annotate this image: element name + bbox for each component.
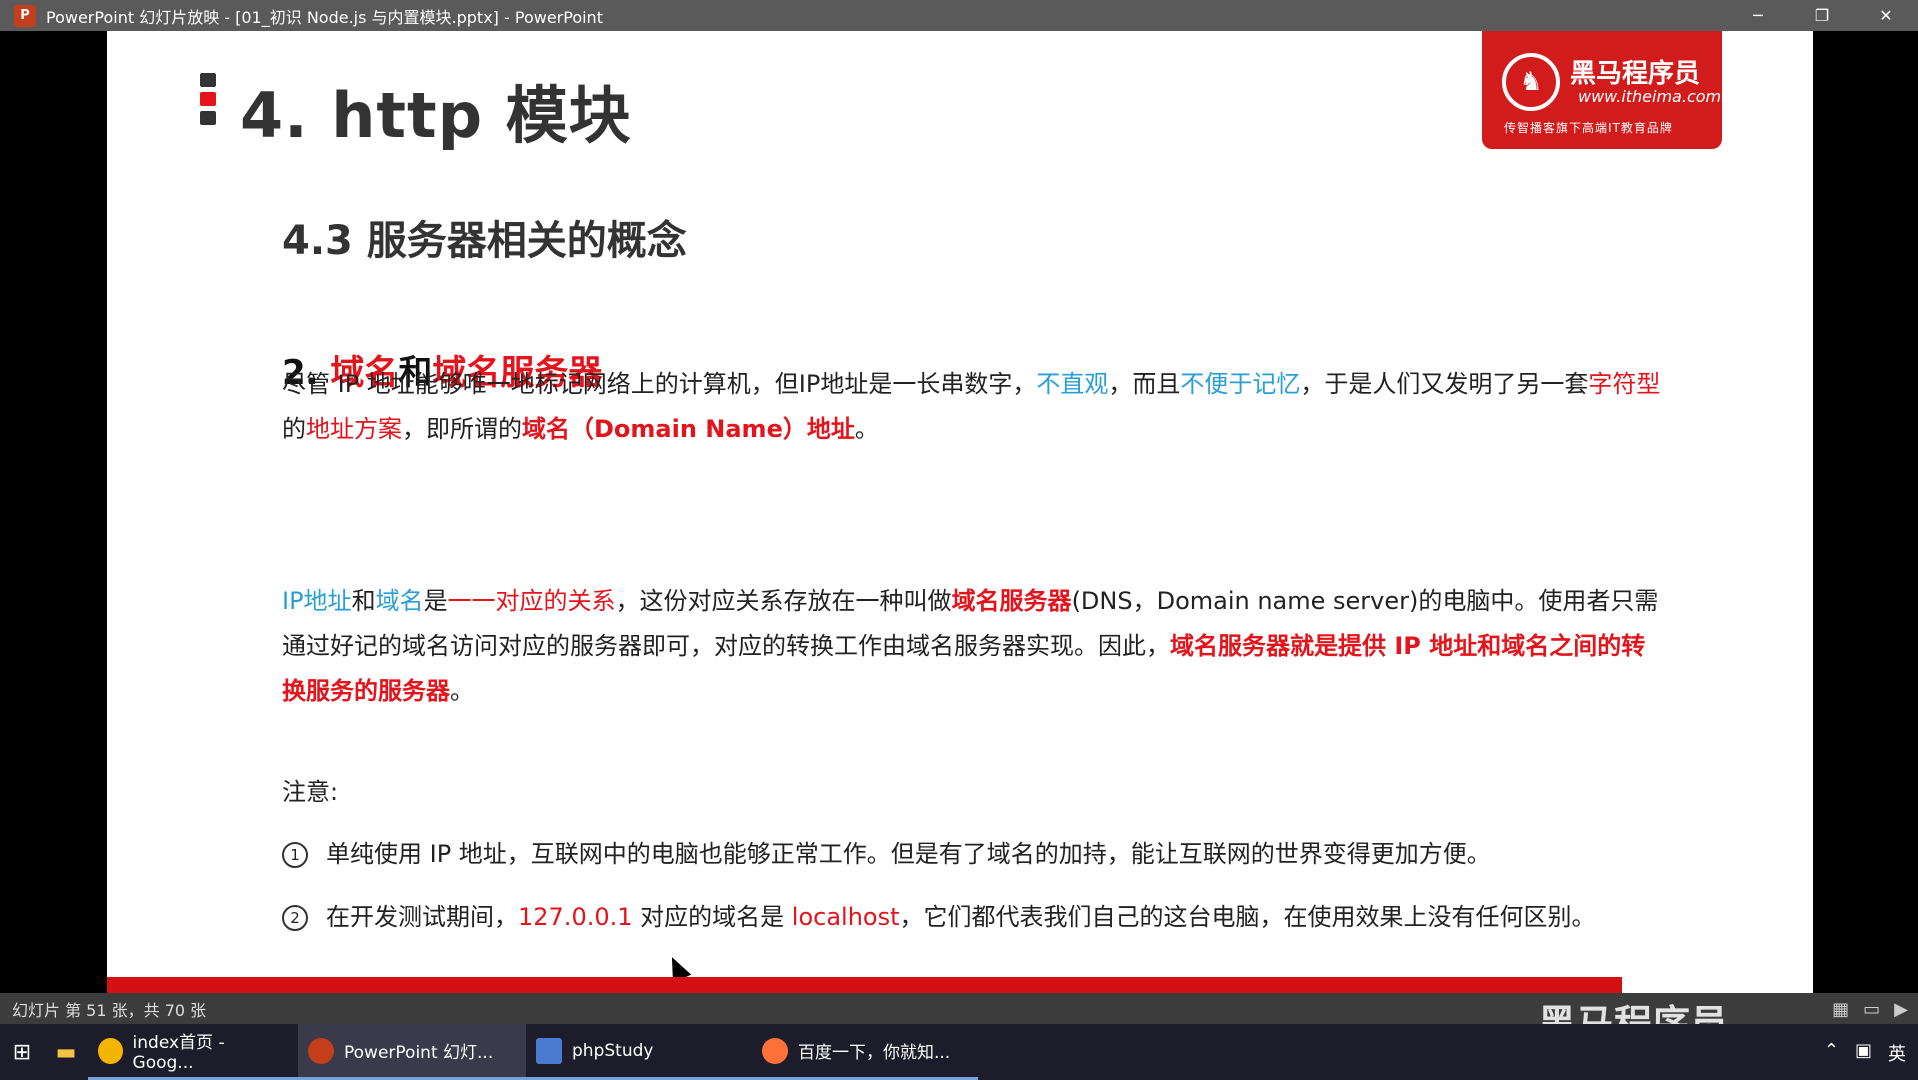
view-controls: ▦ ▭ ▶ bbox=[1832, 999, 1908, 1020]
phpstudy-icon bbox=[536, 1037, 562, 1064]
window-titlebar: P PowerPoint 幻灯片放映 - [01_初识 Node.js 与内置模… bbox=[0, 0, 1918, 31]
network-icon[interactable]: ▣ bbox=[1855, 1040, 1872, 1066]
slideshow-icon[interactable]: ▶ bbox=[1894, 999, 1908, 1020]
input-language[interactable]: 英 bbox=[1888, 1040, 1906, 1066]
title-marker bbox=[200, 73, 216, 130]
window-title: PowerPoint 幻灯片放映 - [01_初识 Node.js 与内置模块.… bbox=[46, 7, 603, 27]
powerpoint-icon: P bbox=[14, 4, 36, 27]
slide-counter: 幻灯片 第 51 张，共 70 张 bbox=[12, 1000, 207, 1020]
system-tray: ⌃ ▣ 英 bbox=[1824, 1040, 1906, 1066]
firefox-icon bbox=[762, 1037, 788, 1064]
logo-slogan: 传智播客旗下高端IT教育品牌 bbox=[1504, 121, 1673, 135]
window-controls: ─ ❐ ✕ bbox=[1726, 0, 1918, 31]
brand-logo: ♞ 黑马程序员 www.itheima.com 传智播客旗下高端IT教育品牌 bbox=[1482, 31, 1722, 149]
file-explorer-icon[interactable]: ▬ bbox=[44, 1024, 88, 1080]
minimize-button[interactable]: ─ bbox=[1726, 0, 1790, 31]
note-item-1: 1 单纯使用 IP 地址，互联网中的电脑也能够正常工作。但是有了域名的加持，能让互… bbox=[282, 834, 1491, 869]
restore-button[interactable]: ❐ bbox=[1790, 0, 1854, 31]
circled-number-icon: 1 bbox=[282, 842, 308, 868]
normal-view-icon[interactable]: ▦ bbox=[1832, 999, 1849, 1020]
horse-icon: ♞ bbox=[1502, 53, 1560, 111]
slide-title: 4. http 模块 bbox=[240, 79, 632, 152]
close-button[interactable]: ✕ bbox=[1854, 0, 1918, 31]
powerpoint-icon bbox=[308, 1037, 334, 1064]
chrome-icon bbox=[98, 1037, 123, 1064]
chevron-up-icon[interactable]: ⌃ bbox=[1824, 1040, 1839, 1066]
reading-view-icon[interactable]: ▭ bbox=[1863, 999, 1880, 1020]
logo-name: 黑马程序员 bbox=[1570, 59, 1701, 89]
windows-start-button[interactable]: ⊞ bbox=[0, 1024, 44, 1080]
logo-url: www.itheima.com bbox=[1578, 87, 1722, 106]
section-title: 4.3 服务器相关的概念 bbox=[282, 218, 687, 264]
paragraph-dns: IP地址和域名是一一对应的关系，这份对应关系存放在一种叫做域名服务器(DNS，D… bbox=[282, 587, 1659, 705]
taskbar-item-phpstudy[interactable]: phpStudy bbox=[526, 1024, 752, 1080]
note-item-2: 2 在开发测试期间，127.0.0.1 对应的域名是 localhost，它们都代… bbox=[282, 897, 1596, 932]
note-label: 注意: bbox=[282, 778, 339, 806]
paragraph-ip-domain: 尽管 IP 地址能够唯一地标记网络上的计算机，但IP地址是一长串数字，不直观，而… bbox=[282, 370, 1661, 443]
circled-number-icon: 2 bbox=[282, 905, 308, 931]
slide[interactable]: 4. http 模块 ♞ 黑马程序员 www.itheima.com 传智播客旗… bbox=[107, 31, 1813, 993]
taskbar-item-firefox[interactable]: 百度一下，你就知... bbox=[752, 1024, 978, 1080]
taskbar: ⊞ ▬ index首页 - Goog... PowerPoint 幻灯... p… bbox=[0, 1024, 1918, 1080]
taskbar-item-chrome[interactable]: index首页 - Goog... bbox=[88, 1024, 298, 1080]
slide-bottom-bar bbox=[107, 977, 1622, 993]
taskbar-item-powerpoint[interactable]: PowerPoint 幻灯... bbox=[298, 1024, 526, 1080]
